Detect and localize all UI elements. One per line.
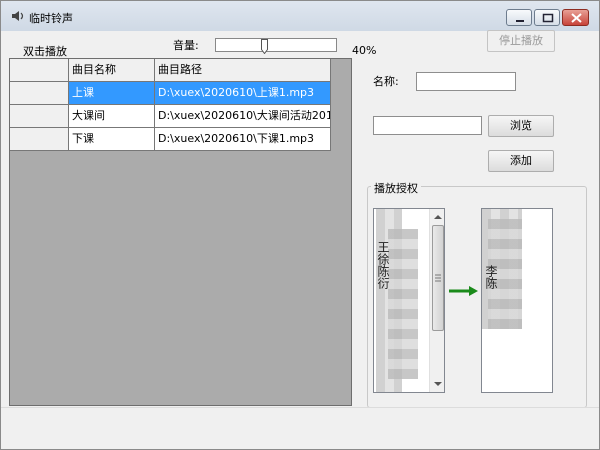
window-title: 临时铃声: [29, 12, 73, 25]
column-header-name[interactable]: 曲目名称: [69, 59, 155, 82]
name-label: 名称:: [373, 75, 399, 88]
table-row[interactable]: 上课 D:\xuex\2020610\上课1.mp3: [10, 82, 331, 105]
speaker-icon: [12, 11, 24, 21]
auth-group-title: 播放授权: [371, 180, 421, 196]
volume-slider[interactable]: [215, 38, 337, 54]
track-name-cell[interactable]: 大课间: [69, 105, 155, 128]
scroll-thumb[interactable]: [432, 225, 444, 331]
track-grid[interactable]: 曲目名称 曲目路径 上课 D:\xuex\2020610\上课1.mp3 大课间…: [9, 58, 352, 406]
track-name-cell[interactable]: 上课: [69, 82, 155, 105]
minimize-icon: [516, 20, 524, 22]
row-header[interactable]: [10, 82, 69, 105]
table-row[interactable]: 大课间 D:\xuex\2020610\大课间活动2019112: [10, 105, 331, 128]
volume-thumb[interactable]: [261, 39, 268, 54]
name-input[interactable]: [416, 72, 516, 91]
grid-header-row: 曲目名称 曲目路径: [10, 59, 331, 82]
volume-percent: 40%: [352, 44, 377, 57]
close-icon: [571, 13, 582, 23]
row-header[interactable]: [10, 105, 69, 128]
close-button[interactable]: [562, 9, 589, 26]
available-users-listbox[interactable]: 王徐陈衍: [373, 208, 445, 393]
double-click-hint: 双击播放: [23, 45, 67, 58]
column-header-path[interactable]: 曲目路径: [155, 59, 331, 82]
arrow-right-icon: [449, 286, 478, 296]
grip-icon: [435, 274, 441, 282]
track-path-cell[interactable]: D:\xuex\2020610\上课1.mp3: [155, 82, 331, 105]
listbox-scrollbar[interactable]: [429, 209, 445, 392]
scroll-down-icon[interactable]: [430, 377, 445, 391]
redacted-content: [388, 229, 418, 379]
stop-playback-button[interactable]: 停止播放: [487, 30, 555, 52]
row-header-corner: [10, 59, 69, 82]
row-header[interactable]: [10, 128, 69, 151]
track-name-cell[interactable]: 下课: [69, 128, 155, 151]
maximize-button[interactable]: [534, 9, 560, 26]
listbox-visible-chars: 王徐陈衍: [376, 241, 390, 289]
file-path-input[interactable]: [373, 116, 482, 135]
minimize-button[interactable]: [506, 9, 532, 26]
scroll-up-icon[interactable]: [430, 210, 445, 224]
browse-button[interactable]: 浏览: [488, 115, 554, 137]
track-path-cell[interactable]: D:\xuex\2020610\大课间活动2019112: [155, 105, 331, 128]
track-path-cell[interactable]: D:\xuex\2020610\下课1.mp3: [155, 128, 331, 151]
title-bar[interactable]: 临时铃声: [1, 1, 599, 31]
listbox-visible-chars: 李陈: [484, 265, 498, 289]
authorized-users-listbox[interactable]: 李陈: [481, 208, 553, 393]
maximize-icon: [542, 13, 554, 23]
main-window: 临时铃声 双击播放 音量: 40% 停止播放 曲目名称 曲目路径 上课 D:\x…: [0, 0, 600, 450]
table-row[interactable]: 下课 D:\xuex\2020610\下课1.mp3: [10, 128, 331, 151]
status-bar: [1, 407, 599, 449]
add-button[interactable]: 添加: [488, 150, 554, 172]
volume-label: 音量:: [173, 39, 199, 52]
